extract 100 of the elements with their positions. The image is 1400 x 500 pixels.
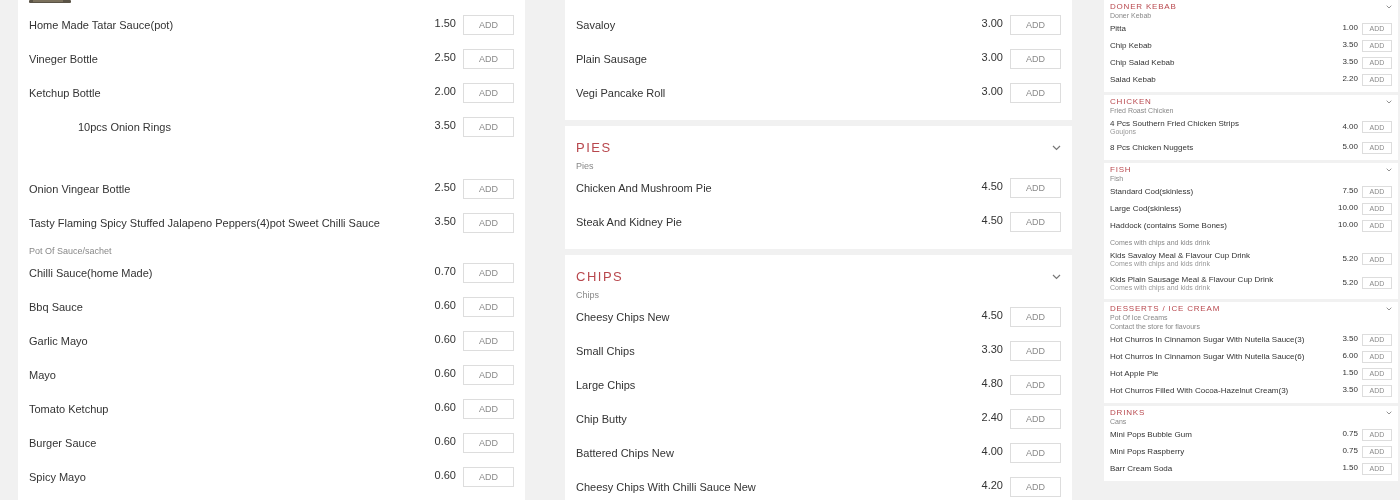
item-price: 7.50 (1342, 186, 1358, 195)
item-name: Vineger Bottle (29, 53, 99, 65)
chevron-down-icon[interactable] (1386, 306, 1392, 311)
item-name: Savaloy (576, 19, 617, 31)
add-button[interactable]: ADD (1010, 341, 1061, 361)
item-price: 3.00 (981, 85, 1003, 97)
item-name: Ketchup Bottle (29, 87, 102, 99)
item-price: 4.50 (981, 214, 1003, 226)
item-name: Haddock (contains Some Bones) (1110, 221, 1228, 230)
category-title: DONER KEBAB (1110, 2, 1177, 11)
item-name: Hot Churros In Cinnamon Sugar With Nutella Sauce(6) (1110, 352, 1306, 361)
add-button[interactable]: ADD (1010, 375, 1061, 395)
item-price: 3.00 (981, 17, 1003, 29)
item-price: 6.00 (1342, 351, 1358, 360)
item-price: 0.60 (434, 367, 456, 379)
item-name: Spicy Mayo (29, 471, 87, 483)
category-title: CHIPS (576, 269, 624, 284)
item-name: Chip Kebab (1110, 41, 1153, 50)
add-button[interactable]: ADD (463, 49, 514, 69)
item-name: Large Cod(skinless) (1110, 204, 1183, 213)
chevron-down-icon[interactable] (1386, 167, 1392, 172)
item-name: 10pcs Onion Rings (78, 121, 172, 133)
item-name: Mini Pops Raspberry (1110, 447, 1186, 456)
chevron-down-icon[interactable] (1386, 4, 1392, 9)
item-price: 3.50 (1342, 334, 1358, 343)
item-price: 4.50 (981, 309, 1003, 321)
category-title: FISH (1110, 165, 1132, 174)
add-button[interactable]: ADD (1010, 49, 1061, 69)
item-name: Chicken And Mushroom Pie (576, 182, 713, 194)
item-name: Hot Churros Filled With Cocoa-Hazelnut Cream(3) (1110, 386, 1290, 395)
category-title: CHICKEN (1110, 97, 1152, 106)
item-price: 0.60 (434, 469, 456, 481)
item-price: 1.50 (1342, 463, 1358, 472)
item-price: 1.50 (1342, 368, 1358, 377)
category-subtitle: Chips (576, 290, 600, 300)
item-price: 1.00 (1342, 23, 1358, 32)
add-button[interactable]: ADD (1010, 178, 1061, 198)
item-name: Salad Kebab (1110, 75, 1157, 84)
chevron-down-icon[interactable] (1386, 99, 1392, 104)
item-price: 4.00 (981, 445, 1003, 457)
item-name: Pitta (1110, 24, 1127, 33)
item-name: Vegi Pancake Roll (576, 87, 667, 99)
item-price: 3.50 (434, 215, 456, 227)
add-button[interactable]: ADD (1010, 83, 1061, 103)
item-price: 2.50 (434, 51, 456, 63)
add-button[interactable]: ADD (463, 263, 514, 283)
item-name: Large Chips (576, 379, 637, 391)
item-name: Plain Sausage (576, 53, 648, 65)
add-button[interactable]: ADD (1010, 443, 1061, 463)
add-button[interactable]: ADD (463, 365, 514, 385)
category-subtitle: Pies (576, 161, 595, 171)
chevron-down-icon[interactable] (1386, 410, 1392, 415)
item-price: 3.50 (1342, 57, 1358, 66)
item-name: Bbq Sauce (29, 301, 84, 313)
item-name: Chilli Sauce(home Made) (29, 267, 154, 279)
add-button[interactable]: ADD (463, 399, 514, 419)
item-price: 5.00 (1342, 142, 1358, 151)
item-name: Chip Salad Kebab (1110, 58, 1176, 67)
add-button[interactable]: ADD (463, 433, 514, 453)
add-button[interactable]: ADD (463, 179, 514, 199)
add-button[interactable]: ADD (463, 15, 514, 35)
category-subtitle: Pot Of Sauce/sachet (29, 246, 113, 256)
item-name: Tomato Ketchup (29, 403, 110, 415)
item-name: Tasty Flaming Spicy Stuffed Jalapeno Peppers(4)pot Sweet Chilli Sauce (29, 217, 381, 229)
add-button[interactable]: ADD (1010, 409, 1061, 429)
category-title: DESSERTS / ICE CREAM (1110, 304, 1221, 313)
add-button[interactable]: ADD (463, 117, 514, 137)
item-price: 0.60 (434, 401, 456, 413)
add-button[interactable]: ADD (463, 467, 514, 487)
item-price: 10.00 (1337, 220, 1358, 229)
add-button[interactable]: ADD (463, 297, 514, 317)
add-button[interactable]: ADD (463, 331, 514, 351)
item-name: Mayo (29, 369, 57, 381)
item-price: 3.50 (1342, 385, 1358, 394)
item-price: 3.50 (1342, 40, 1358, 49)
item-price: 0.75 (1342, 446, 1358, 455)
chevron-down-icon[interactable] (1052, 273, 1061, 280)
item-name: Battered Chips New (576, 447, 675, 459)
item-price: 0.60 (434, 333, 456, 345)
item-price: 5.20 (1342, 253, 1358, 263)
category-title: PIES (576, 140, 612, 155)
add-button[interactable]: ADD (1010, 307, 1061, 327)
item-name: Steak And Kidney Pie (576, 216, 683, 228)
item-price: 5.20 (1342, 277, 1358, 287)
item-price: 2.20 (1342, 74, 1358, 83)
item-name: Small Chips (576, 345, 636, 357)
item-name: Barr Cream Soda (1110, 464, 1174, 473)
add-button[interactable]: ADD (1010, 477, 1061, 497)
item-price: 4.50 (981, 180, 1003, 192)
chevron-down-icon[interactable] (1052, 144, 1061, 151)
add-button[interactable]: ADD (1010, 212, 1061, 232)
add-button[interactable]: ADD (1010, 15, 1061, 35)
item-name: Home Made Tatar Sauce(pot) (29, 19, 175, 31)
item-price: 2.50 (434, 181, 456, 193)
item-name: Cheesy Chips With Chilli Sauce New (576, 481, 757, 493)
item-price: 0.70 (434, 265, 456, 277)
item-price: 0.75 (1342, 429, 1358, 438)
item-name: Burger Sauce (29, 437, 98, 449)
add-button[interactable]: ADD (463, 213, 514, 233)
add-button[interactable]: ADD (463, 83, 514, 103)
